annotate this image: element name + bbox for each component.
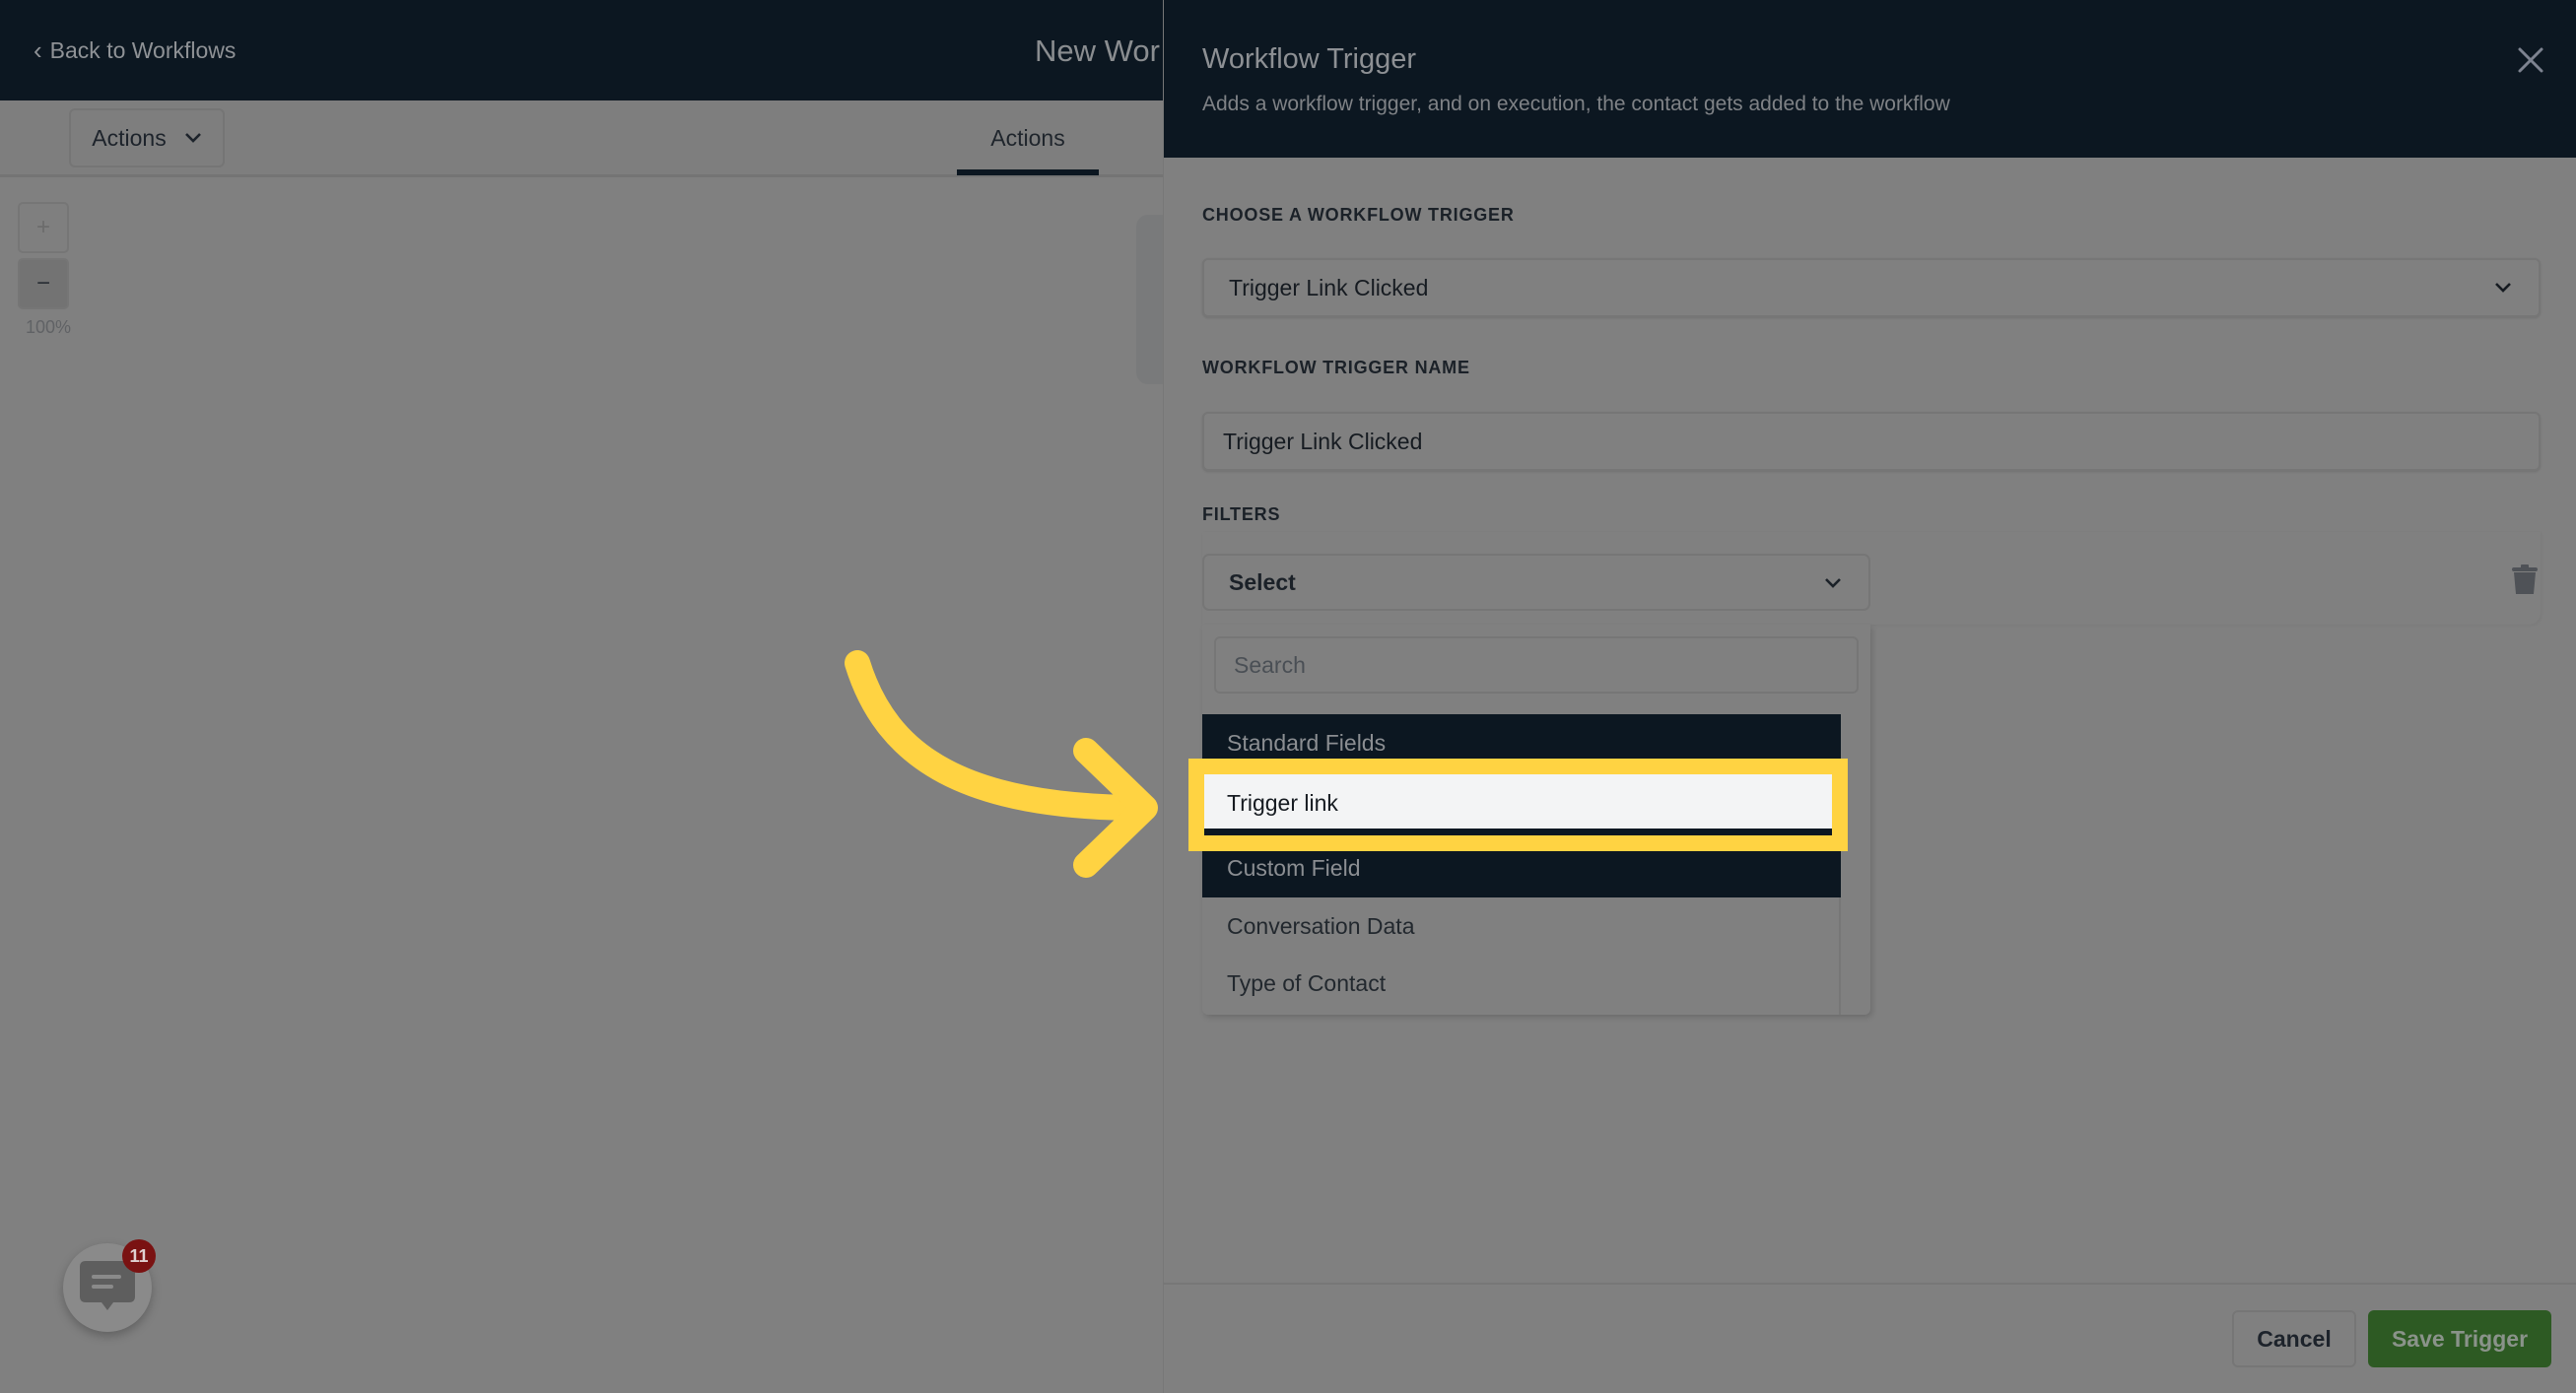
dropdown-search-input[interactable]: Search bbox=[1214, 636, 1859, 694]
footer-divider bbox=[1164, 1283, 2576, 1285]
annotation-arrow-icon bbox=[845, 650, 1158, 878]
back-to-workflows-link[interactable]: ‹ Back to Workflows bbox=[34, 35, 236, 66]
panel-title: Workflow Trigger bbox=[1202, 43, 1417, 75]
dropdown-item-trigger-link[interactable]: Trigger link bbox=[1202, 771, 1841, 834]
canvas-scrollbar[interactable] bbox=[1136, 215, 1163, 384]
back-label: Back to Workflows bbox=[49, 37, 237, 63]
workflow-trigger-panel: Workflow Trigger Adds a workflow trigger… bbox=[1163, 0, 2576, 1393]
chevron-down-icon bbox=[2495, 283, 2511, 293]
trigger-name-input[interactable]: Trigger Link Clicked bbox=[1202, 412, 2541, 471]
chevron-down-icon bbox=[1825, 578, 1841, 588]
trigger-type-value: Trigger Link Clicked bbox=[1229, 274, 1429, 300]
dropdown-group-custom-field[interactable]: Custom Field bbox=[1202, 829, 1841, 897]
dropdown-item-type-of-contact[interactable]: Type of Contact bbox=[1202, 955, 1841, 1012]
actions-dropdown-label: Actions bbox=[92, 124, 167, 151]
filters-label: FILTERS bbox=[1202, 504, 1281, 524]
chevron-left-icon: ‹ bbox=[34, 35, 42, 65]
trigger-type-select[interactable]: Trigger Link Clicked bbox=[1202, 258, 2541, 317]
filter-dropdown-menu: Search Standard Fields Trigger link Cust… bbox=[1202, 625, 1870, 1015]
panel-subtitle: Adds a workflow trigger, and on executio… bbox=[1202, 93, 1950, 115]
zoom-level: 100% bbox=[26, 317, 72, 337]
trigger-name-label: WORKFLOW TRIGGER NAME bbox=[1202, 358, 1470, 377]
filter-select-value: Select bbox=[1229, 568, 1296, 595]
zoom-out-button[interactable]: − bbox=[18, 258, 69, 309]
actions-dropdown[interactable]: Actions bbox=[69, 108, 225, 167]
cancel-button[interactable]: Cancel bbox=[2232, 1310, 2356, 1367]
dropdown-list[interactable]: Standard Fields Trigger link Custom Fiel… bbox=[1202, 714, 1841, 1015]
choose-trigger-label: CHOOSE A WORKFLOW TRIGGER bbox=[1202, 205, 1515, 225]
workflow-title[interactable]: New Wor bbox=[1035, 33, 1160, 69]
dropdown-group-standard-fields[interactable]: Standard Fields bbox=[1202, 714, 1841, 771]
save-trigger-button[interactable]: Save Trigger bbox=[2368, 1310, 2551, 1367]
trigger-name-value: Trigger Link Clicked bbox=[1223, 428, 1423, 454]
zoom-in-button[interactable]: + bbox=[18, 202, 69, 253]
panel-header: Workflow Trigger Adds a workflow trigger… bbox=[1164, 0, 2576, 158]
trash-icon[interactable] bbox=[2511, 564, 2539, 595]
tab-actions[interactable]: Actions bbox=[957, 100, 1099, 175]
chevron-down-icon bbox=[184, 133, 201, 143]
active-tab-indicator bbox=[957, 169, 1099, 175]
dropdown-item-conversation-data[interactable]: Conversation Data bbox=[1202, 897, 1841, 955]
notification-badge: 11 bbox=[122, 1239, 156, 1273]
filter-field-select[interactable]: Select bbox=[1202, 554, 1870, 611]
close-icon[interactable] bbox=[2514, 43, 2547, 77]
top-bar: ‹ Back to Workflows New Wor bbox=[0, 0, 1163, 100]
